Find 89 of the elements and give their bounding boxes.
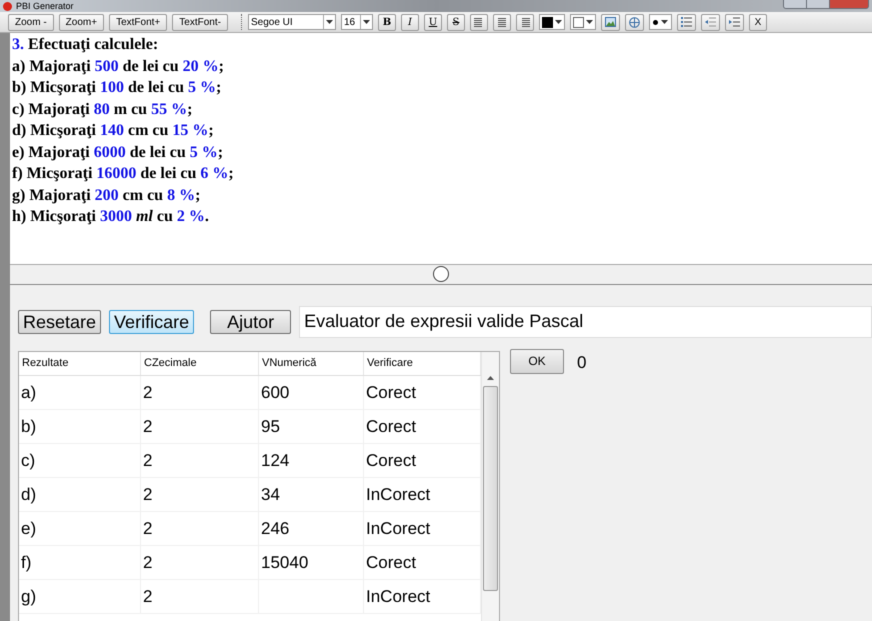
problem-text-area[interactable]	[10, 33, 872, 265]
scrollbar-thumb[interactable]	[483, 386, 498, 591]
image-button[interactable]	[600, 14, 620, 30]
text-color-picker[interactable]	[538, 14, 565, 30]
align-icon	[474, 18, 484, 26]
list-button[interactable]	[676, 14, 696, 30]
toolbar-button[interactable]: TextFont+	[109, 14, 168, 30]
scrollbar[interactable]	[481, 352, 499, 621]
bullet-dropdown[interactable]	[648, 14, 672, 30]
table-cell-text: f)	[21, 552, 32, 574]
caret-icon	[326, 20, 333, 24]
table-cell-text: Corect	[366, 552, 416, 574]
table-cell-text: 2	[143, 382, 152, 404]
caret-icon	[362, 20, 370, 24]
align-button[interactable]	[516, 14, 534, 30]
problem-line: e) Majoraţi 6000 de lei cu 5 %;	[12, 142, 224, 162]
link-button[interactable]	[624, 14, 644, 30]
format-button[interactable]: B	[378, 14, 396, 30]
format-button[interactable]: S	[446, 14, 465, 30]
problem-line: a) Majoraţi 500 de lei cu 20 %;	[12, 56, 225, 76]
scroll-up-icon	[487, 376, 494, 380]
table-cell-text: InCorect	[366, 518, 430, 540]
table-cell-text: c)	[21, 450, 36, 472]
expression-field[interactable]: Evaluator de expresii valide Pascal	[299, 306, 872, 338]
outdent-button[interactable]	[700, 14, 720, 30]
table-cell-text: InCorect	[366, 484, 430, 506]
table-cell-text: 15040	[261, 552, 308, 574]
problem-line: f) Micşoraţi 16000 de lei cu 6 %;	[12, 164, 235, 184]
table-cell-text: 95	[261, 416, 280, 438]
indent-icon	[728, 17, 740, 27]
maximize-button[interactable]	[807, 0, 829, 9]
outdent-icon	[704, 17, 716, 27]
indent-button[interactable]	[724, 14, 744, 30]
table-cell-text: 600	[261, 382, 290, 404]
table-cell-text: 124	[261, 450, 290, 472]
table-cell-text: 2	[143, 518, 152, 540]
table-cell-text: 246	[261, 518, 290, 540]
caret-icon	[586, 20, 593, 24]
font-dropdown[interactable]: Segoe UI	[248, 14, 336, 30]
globe-icon	[628, 16, 640, 28]
window-title: PBI Generator	[16, 1, 74, 11]
list-icon	[680, 17, 692, 27]
problem-line: g) Majoraţi 200 cm cu 8 %;	[12, 186, 202, 206]
table-cell-text: 2	[143, 484, 152, 506]
toolbar-button[interactable]: X	[748, 14, 767, 30]
table-cell-text: Corect	[366, 416, 416, 438]
column-header[interactable]: Rezultate	[19, 352, 141, 375]
table-cell-text: g)	[21, 586, 36, 608]
format-button[interactable]: I	[400, 14, 419, 30]
table-cell-text: InCorect	[366, 586, 430, 608]
problem-line: c) Majoraţi 80 m cu 55 %;	[12, 100, 194, 120]
toolbar-button[interactable]: TextFont-	[172, 14, 228, 30]
table-cell-text: Corect	[366, 382, 416, 404]
caret-icon	[660, 20, 668, 24]
table-cell-text: Corect	[366, 450, 416, 472]
caret-icon	[554, 20, 562, 24]
ok-button[interactable]: OK	[510, 348, 564, 374]
table-cell-text: 2	[143, 552, 152, 574]
table-cell-text: d)	[21, 484, 36, 506]
toolbar-button[interactable]: Zoom+	[58, 14, 104, 30]
problem-line: d) Micşoraţi 140 cm cu 15 %;	[12, 121, 215, 141]
action-button[interactable]: Resetare	[18, 310, 102, 334]
score-value: 0	[577, 352, 586, 374]
table-cell-text: 2	[143, 586, 152, 608]
table-cell-text: e)	[21, 518, 36, 540]
splitter-handle-icon	[433, 266, 449, 282]
align-button[interactable]	[470, 14, 488, 30]
background-color-picker[interactable]	[570, 14, 596, 30]
format-button[interactable]: U	[424, 14, 442, 30]
table-cell-text: b)	[21, 416, 36, 438]
size-dropdown[interactable]: 16	[340, 14, 373, 30]
table-cell-text: 2	[143, 416, 152, 438]
problem-line: b) Micşoraţi 100 de lei cu 5 %;	[12, 78, 222, 98]
column-header[interactable]: VNumerică	[259, 352, 364, 375]
problem-line: h) Micşoraţi 3000 ml cu 2 %.	[12, 207, 210, 227]
align-icon	[520, 18, 530, 26]
app-logo-icon	[3, 2, 12, 10]
toolbar-button[interactable]: Zoom -	[8, 14, 54, 30]
table-cell-text: 2	[143, 450, 152, 472]
minimize-button[interactable]	[783, 0, 807, 9]
image-icon	[604, 17, 616, 27]
table-cell-text: 34	[261, 484, 280, 506]
align-icon	[496, 18, 507, 26]
action-button[interactable]: Ajutor	[210, 310, 292, 334]
problem-line: 3. Efectuaţi calculele:	[12, 35, 160, 55]
table-cell-text: a)	[21, 382, 36, 404]
align-button[interactable]	[492, 14, 511, 30]
action-button[interactable]: Verificare	[109, 310, 194, 334]
column-header[interactable]: CZecimale	[141, 352, 259, 375]
